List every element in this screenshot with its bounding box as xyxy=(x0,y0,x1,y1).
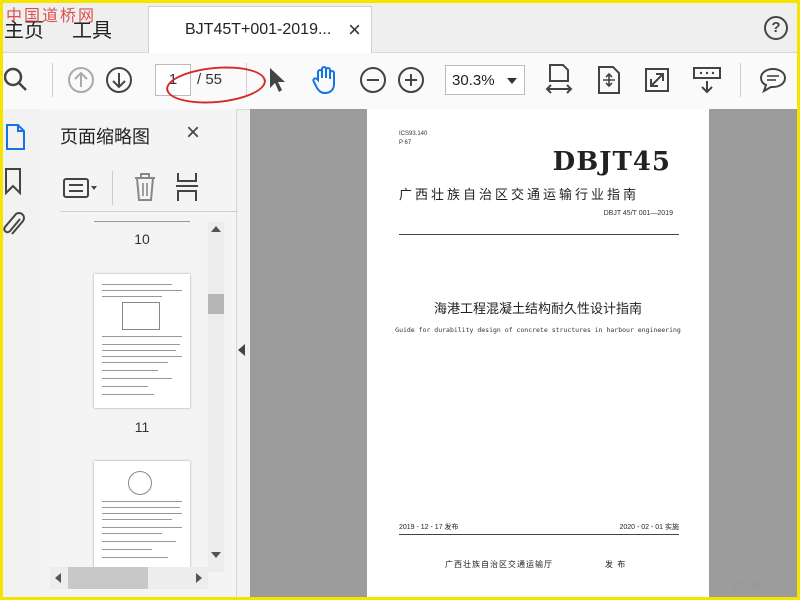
thumbnail-page-edge xyxy=(94,221,190,222)
scroll-left-icon[interactable] xyxy=(55,573,61,583)
organization-title: 广西壮族自治区交通运输行业指南 xyxy=(399,187,640,202)
toolbar-separator xyxy=(52,63,53,97)
tab-document[interactable]: BJT45T+001-2019... × xyxy=(148,6,372,53)
header-rule xyxy=(399,234,679,235)
fit-width-icon[interactable] xyxy=(544,64,574,95)
panel-toolbar xyxy=(60,167,238,212)
page-number-input[interactable]: 1 xyxy=(155,64,191,96)
issue-date: 2019 - 12 - 17 发布 xyxy=(399,524,459,531)
close-panel-icon[interactable]: × xyxy=(186,119,200,147)
ics-code: ICS93.140 xyxy=(399,131,428,137)
thumbnail-figure xyxy=(128,471,152,495)
chevron-down-icon xyxy=(507,78,517,84)
document-title-english: Guide for durability design of concrete … xyxy=(395,326,681,334)
panel-title: 页面缩略图 xyxy=(60,127,150,147)
delete-icon[interactable] xyxy=(132,171,158,208)
p-code: P 67 xyxy=(399,140,412,146)
insert-page-icon[interactable] xyxy=(174,171,200,208)
page-total: / 55 xyxy=(197,71,223,88)
horizontal-scrollbar[interactable] xyxy=(50,567,208,589)
collapse-panel-icon[interactable] xyxy=(238,344,245,356)
standard-code: DBJT45 xyxy=(552,147,671,177)
thumbnail-page-11[interactable] xyxy=(94,274,190,408)
standard-number: DBJT 45/T 001—2019 xyxy=(603,210,673,217)
scrollbar-thumb[interactable] xyxy=(208,294,224,314)
scroll-down-icon[interactable] xyxy=(211,552,221,558)
next-page-icon[interactable] xyxy=(104,65,134,95)
close-tab-icon[interactable]: × xyxy=(348,17,361,43)
search-icon[interactable] xyxy=(2,65,32,95)
attachment-icon[interactable] xyxy=(2,209,26,244)
zoom-value: 30.3% xyxy=(452,72,495,89)
document-title: 海港工程混凝土结构耐久性设计指南 xyxy=(433,301,642,316)
page-thumbnails-icon[interactable] xyxy=(4,123,26,156)
fit-page-icon[interactable] xyxy=(594,65,624,95)
full-screen-icon[interactable] xyxy=(642,65,672,95)
publish-label: 发 布 xyxy=(605,560,627,569)
thumbnail-page-12[interactable] xyxy=(94,461,190,573)
toolbar-separator xyxy=(112,171,113,205)
zoom-in-icon[interactable] xyxy=(396,65,426,95)
thumbnail-figure xyxy=(122,302,160,330)
toolbar-separator xyxy=(740,63,741,97)
scroll-mode-icon[interactable] xyxy=(692,65,722,95)
publisher: 广西壮族自治区交通运输厅 xyxy=(445,560,553,569)
zoom-level-select[interactable]: 30.3% xyxy=(445,65,525,95)
left-rail xyxy=(0,109,41,600)
scroll-up-icon[interactable] xyxy=(211,226,221,232)
scrollbar-thumb[interactable] xyxy=(68,567,148,589)
document-tab-title: BJT45T+001-2019... xyxy=(185,21,332,38)
toolbar-separator xyxy=(246,63,247,97)
thumbnail-label: 11 xyxy=(134,419,150,435)
thumbnail-label: 10 xyxy=(134,231,150,247)
footer-rule xyxy=(399,534,679,535)
thumbnail-options-icon[interactable] xyxy=(62,175,100,206)
tab-bar: 主页 工具 BJT45T+001-2019... × ? xyxy=(0,0,800,53)
document-page: ICS93.140 P 67 DBJT45 广西壮族自治区交通运输行业指南 DB… xyxy=(367,109,709,600)
implementation-date: 2020 - 02 - 01 实施 xyxy=(619,524,679,531)
help-icon[interactable]: ? xyxy=(764,16,788,40)
hand-tool-icon[interactable] xyxy=(310,65,340,95)
document-viewer[interactable]: ICS93.140 P 67 DBJT45 广西壮族自治区交通运输行业指南 DB… xyxy=(250,109,800,600)
toolbar: 1 / 55 30.3% xyxy=(0,53,800,110)
comment-icon[interactable] xyxy=(758,65,788,95)
bookmark-icon[interactable] xyxy=(4,167,22,200)
zoom-out-icon[interactable] xyxy=(358,65,388,95)
thumbnail-panel: 页面缩略图 × 10 11 xyxy=(40,109,238,600)
watermark-top-left: 中国道桥网 xyxy=(6,6,97,25)
watermark-bottom-right: WWW.CN xyxy=(731,576,792,594)
select-cursor-icon[interactable] xyxy=(262,65,292,95)
previous-page-icon[interactable] xyxy=(66,65,96,95)
scroll-right-icon[interactable] xyxy=(196,573,202,583)
vertical-scrollbar[interactable] xyxy=(208,222,224,572)
